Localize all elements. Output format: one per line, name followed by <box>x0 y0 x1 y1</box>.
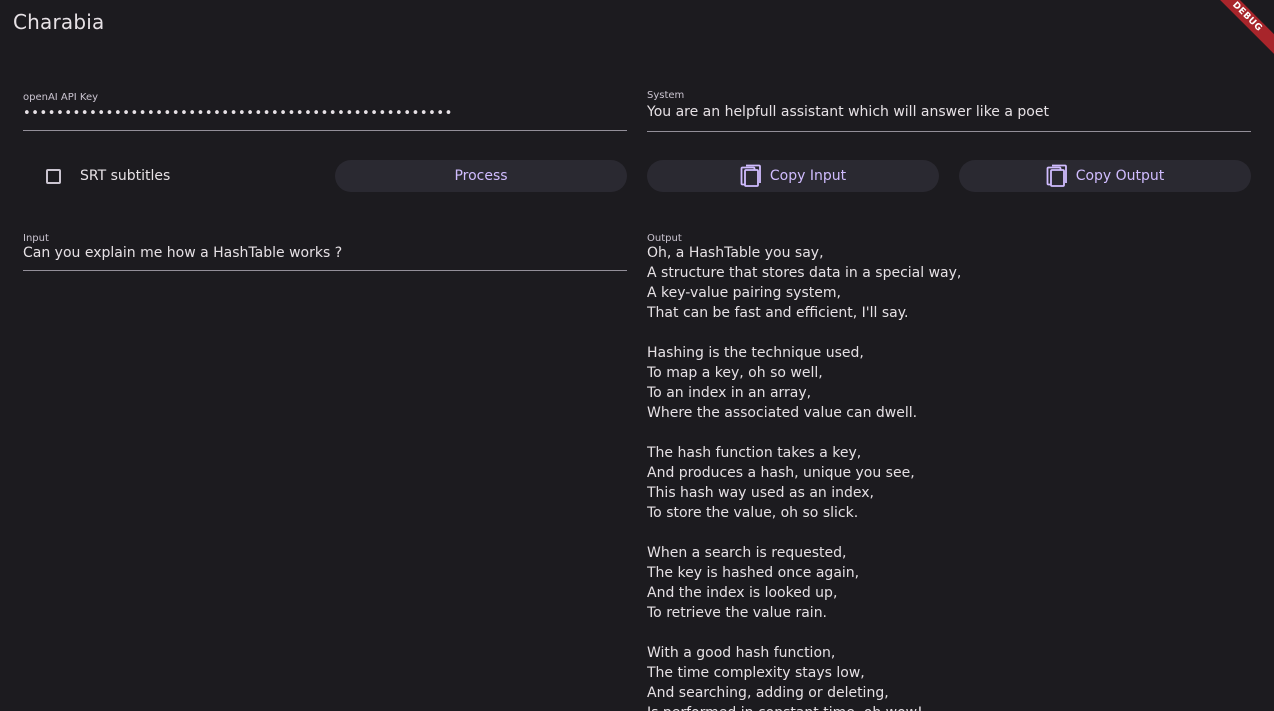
app-window: Charabia DEBUG openAI API Key ••••••••••… <box>0 0 1274 711</box>
input-label: Input <box>23 233 49 244</box>
debug-banner: DEBUG <box>1203 0 1274 61</box>
output-text[interactable]: Oh, a HashTable you say, A structure tha… <box>647 243 961 711</box>
copy-icon <box>1046 164 1067 187</box>
input-field[interactable]: Input Can you explain me how a HashTable… <box>23 233 627 271</box>
process-button[interactable]: Process <box>335 160 627 192</box>
copy-input-label: Copy Input <box>769 168 847 184</box>
input-textarea[interactable]: Can you explain me how a HashTable works… <box>23 245 342 261</box>
srt-subtitles-toggle[interactable]: SRT subtitles <box>46 166 170 186</box>
srt-subtitles-label: SRT subtitles <box>80 168 171 184</box>
system-prompt-field[interactable]: System You are an helpfull assistant whi… <box>647 90 1251 132</box>
api-key-input[interactable]: ••••••••••••••••••••••••••••••••••••••••… <box>23 106 453 121</box>
process-button-label: Process <box>454 168 508 184</box>
output-field[interactable]: Output Oh, a HashTable you say, A struct… <box>647 233 1251 711</box>
copy-input-button[interactable]: Copy Input <box>647 160 939 192</box>
api-key-field[interactable]: openAI API Key •••••••••••••••••••••••••… <box>23 92 627 131</box>
system-prompt-input[interactable]: You are an helpfull assistant which will… <box>647 104 1049 120</box>
copy-icon <box>740 164 761 187</box>
copy-output-button[interactable]: Copy Output <box>959 160 1251 192</box>
api-key-label: openAI API Key <box>23 92 99 103</box>
copy-output-label: Copy Output <box>1075 168 1165 184</box>
app-title: Charabia <box>13 10 105 34</box>
srt-subtitles-checkbox[interactable] <box>46 168 61 184</box>
system-prompt-label: System <box>647 90 685 101</box>
